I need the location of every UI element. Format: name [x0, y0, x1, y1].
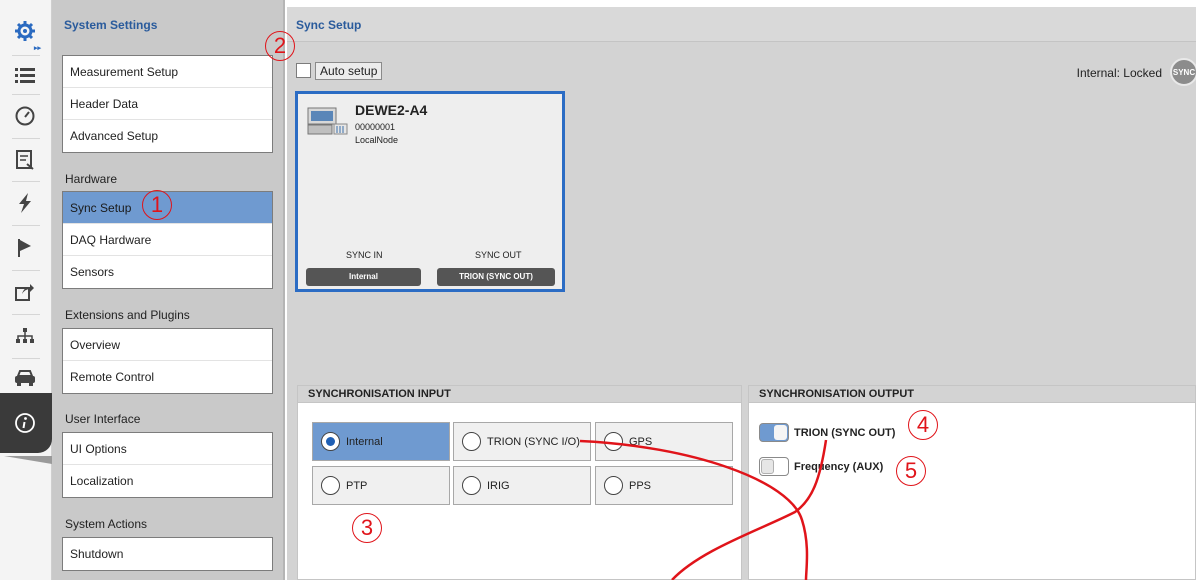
annotation-lines [579, 439, 828, 580]
annotation-4: 4 [908, 410, 938, 440]
annotation-2: 2 [265, 31, 295, 61]
annotation-1: 1 [142, 190, 172, 220]
annotation-3: 3 [352, 513, 382, 543]
annotation-5: 5 [896, 456, 926, 486]
